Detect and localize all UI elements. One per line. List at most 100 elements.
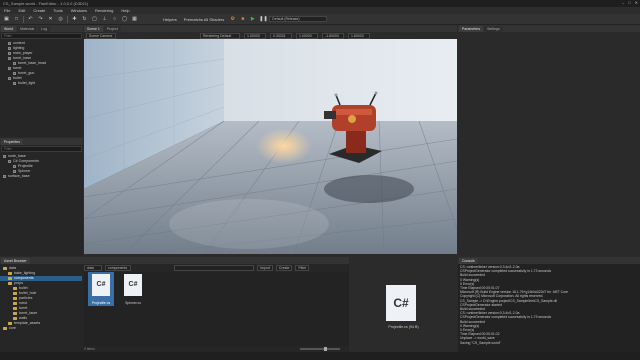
gear-icon[interactable]: ⚙ [229, 16, 236, 23]
pause-icon[interactable]: ❚❚ [259, 16, 267, 23]
open-icon[interactable]: □ [13, 16, 20, 23]
preset-dropdown[interactable]: Prematchs All Shaders [182, 17, 226, 22]
console-output: CS: runtime/linker version:0.3.4c/1.2.0a… [458, 264, 640, 346]
maximize-icon[interactable]: □ [628, 0, 630, 5]
actor-icon [8, 77, 11, 80]
pivot-icon[interactable]: ○ [111, 16, 118, 23]
window-title: CS_Sample.world - FlaxEditor - 1.0.0.0 (… [3, 1, 89, 6]
actor-icon [13, 62, 16, 65]
snap-icon[interactable]: ⊥ [101, 16, 108, 23]
folder-icon [8, 272, 12, 275]
asset-search-input[interactable] [174, 264, 254, 271]
camera-dropdown[interactable]: Scene Camera [86, 32, 116, 39]
parameters-tabs: Parameters Settings [458, 25, 640, 32]
cut-icon[interactable]: ✕ [47, 16, 54, 23]
actor-icon [8, 57, 11, 60]
redo-icon[interactable]: ↷ [37, 16, 44, 23]
grid-icon[interactable]: ▦ [131, 16, 138, 23]
folder-icon [13, 317, 17, 320]
tree-item[interactable]: bullet_light [0, 81, 83, 86]
menu-tools[interactable]: Tools [53, 8, 62, 13]
actor-icon [13, 170, 16, 173]
actor-icon [13, 72, 16, 75]
asset-tile-projectile[interactable]: C# Projectile.cs [88, 272, 114, 306]
menu-edit[interactable]: Edit [18, 8, 25, 13]
breadcrumb-data[interactable]: data [84, 264, 102, 271]
world-panel: World Materials Log Filter content lighti… [0, 25, 83, 137]
zoom-slider-handle[interactable] [324, 347, 327, 351]
tab-world[interactable]: World [1, 26, 17, 32]
properties-tabs: Properties [0, 138, 83, 145]
move-icon[interactable]: ✚ [71, 16, 78, 23]
properties-search-input[interactable]: Filter [1, 146, 82, 152]
parameters-panel: Parameters Settings [458, 25, 640, 256]
build-icon[interactable]: ■ [239, 16, 246, 23]
menu-file[interactable]: File [4, 8, 10, 13]
actor-icon [13, 82, 16, 85]
world-search-input[interactable]: Filter [1, 33, 82, 39]
scale-icon[interactable]: ▢ [91, 16, 98, 23]
actor-icon [8, 47, 11, 50]
preview-file-icon: C# [386, 285, 416, 321]
tree-item-label: bullet_light [18, 81, 36, 85]
close-icon[interactable]: ✕ [635, 0, 638, 5]
folder-icon [3, 327, 7, 330]
tree-item[interactable]: surface_base [0, 174, 83, 179]
tab-properties[interactable]: Properties [1, 139, 23, 145]
world-tabs: World Materials Log [0, 25, 83, 32]
filter-button[interactable]: Filter [295, 264, 310, 271]
asset-toolbar: data components Import Create Filter [84, 264, 349, 271]
build-config-dropdown[interactable]: Default (Release) [269, 16, 328, 22]
viewport-field-3[interactable]: 1.00000 [296, 32, 318, 39]
asset-label: Projectile.cs [91, 301, 111, 305]
zoom-slider[interactable] [300, 347, 340, 351]
helpers-dropdown[interactable]: Helpers [161, 17, 179, 22]
tab-materials[interactable]: Materials [17, 26, 38, 32]
viewport-tabstrip: Scene 1 Project [84, 25, 457, 32]
tab-log[interactable]: Log [38, 26, 51, 32]
toolbar-divider [67, 15, 68, 23]
asset-tile-spinner[interactable]: C# Spinner.cs [120, 272, 146, 306]
properties-tree: node_base C# Components Projectile Spinner s… [0, 153, 83, 179]
scene-viewport[interactable] [84, 39, 457, 254]
asset-browser: Asset Browser data components Import Cre… [0, 257, 349, 352]
world-space-icon[interactable]: ◯ [121, 16, 128, 23]
asset-tree: data bake_lighting components props bullet bu… [0, 265, 82, 331]
title-bar: CS_Sample.world - FlaxEditor - 1.0.0.0 (… [0, 0, 640, 7]
viewport-field-5[interactable]: 1.60000 [348, 32, 370, 39]
render-mode-dropdown[interactable]: Rendering Default [200, 32, 240, 39]
tree-item-label: surface_base [8, 174, 30, 178]
menu-rendering[interactable]: Rendering [95, 8, 113, 13]
undo-icon[interactable]: ↶ [27, 16, 34, 23]
tab-parameters[interactable]: Parameters [459, 26, 484, 32]
tab-console[interactable]: Console [459, 258, 478, 264]
menu-windows[interactable]: Windows [71, 8, 87, 13]
actor-icon [3, 175, 6, 178]
play-icon[interactable]: ▶ [249, 16, 256, 23]
folder-icon [13, 312, 17, 315]
minimize-icon[interactable]: – [622, 0, 624, 5]
menu-bar: File Edit Create Tools Windows Rendering… [0, 7, 640, 14]
tree-item[interactable]: core [0, 326, 82, 331]
folder-icon [8, 322, 12, 325]
tab-settings[interactable]: Settings [484, 26, 503, 32]
tab-asset-browser[interactable]: Asset Browser [1, 258, 30, 264]
actor-icon [8, 42, 11, 45]
save-icon[interactable]: ▣ [3, 16, 10, 23]
breadcrumb-components[interactable]: components [105, 264, 131, 271]
toolbar-divider [23, 15, 24, 23]
viewport-field-2[interactable]: 0.33331 [270, 32, 292, 39]
viewport-field-1[interactable]: 1.00000 [244, 32, 266, 39]
create-button[interactable]: Create [275, 264, 293, 271]
import-button[interactable]: Import [257, 264, 273, 271]
properties-panel: Properties Filter node_base C# Components… [0, 138, 83, 256]
viewport-field-4[interactable]: -1.60000 [322, 32, 344, 39]
folder-icon [8, 277, 12, 280]
rotate-icon[interactable]: ↻ [81, 16, 88, 23]
console-panel: Console CS: runtime/linker version:0.3.4… [458, 257, 640, 352]
menu-help[interactable]: Help [121, 8, 129, 13]
menu-create[interactable]: Create [33, 8, 45, 13]
asset-grid: C# Projectile.cs C# Spinner.cs [84, 272, 349, 346]
status-bar [0, 352, 640, 360]
select-icon[interactable]: ◎ [57, 16, 64, 23]
